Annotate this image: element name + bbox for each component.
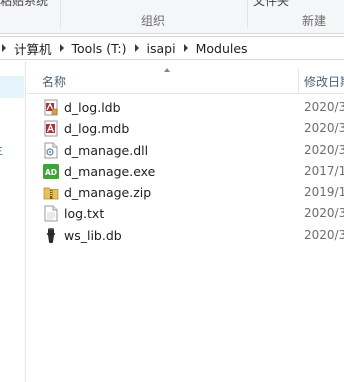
file-date: 2017/1 bbox=[304, 163, 344, 178]
file-row[interactable]: AD d_manage.exe 2017/1 bbox=[27, 161, 344, 182]
column-header-date-modified[interactable]: 修改日期 bbox=[304, 73, 344, 90]
file-row[interactable]: d_log.ldb 2020/3 bbox=[27, 97, 344, 118]
ribbon-separator bbox=[60, 0, 61, 28]
breadcrumb-computer[interactable]: 计算机 bbox=[14, 39, 52, 58]
exe-app-icon: AD bbox=[43, 163, 59, 180]
breadcrumb-chevron-icon[interactable] bbox=[59, 44, 64, 52]
file-name: ws_lib.db bbox=[64, 227, 122, 243]
breadcrumb-chevron-icon[interactable] bbox=[2, 44, 6, 52]
dll-file-icon bbox=[43, 142, 59, 159]
file-date: 2020/3 bbox=[304, 142, 344, 157]
file-date: 2020/3 bbox=[304, 121, 344, 136]
breadcrumb-modules[interactable]: Modules bbox=[196, 41, 248, 56]
file-name: log.txt bbox=[64, 206, 105, 222]
file-date: 2020/3 bbox=[304, 100, 344, 114]
breadcrumb-isapi[interactable]: isapi bbox=[147, 41, 176, 56]
file-date: 2019/1 bbox=[304, 185, 344, 200]
ribbon-group-new-label: 新建 bbox=[302, 14, 327, 28]
access-lock-file-icon bbox=[43, 99, 59, 116]
explorer-window: 粘贴系统 文件夹 组织 新建 计算机 Tools (T:) isapi Modu… bbox=[0, 0, 344, 382]
address-bar[interactable]: 计算机 Tools (T:) isapi Modules bbox=[0, 36, 344, 60]
navigation-pane[interactable]: 主 bbox=[0, 61, 26, 382]
text-file-icon bbox=[43, 205, 59, 222]
ribbon-top-fragment-right: 文件夹 bbox=[253, 0, 290, 8]
database-file-icon bbox=[43, 227, 59, 244]
svg-text:AD: AD bbox=[45, 168, 57, 177]
file-row[interactable]: d_manage.zip 2019/1 bbox=[27, 182, 344, 203]
ribbon: 粘贴系统 文件夹 组织 新建 bbox=[0, 0, 344, 34]
file-row[interactable]: ws_lib.db 2020/3 bbox=[27, 225, 344, 246]
ribbon-group-organize-label: 组织 bbox=[141, 14, 166, 28]
file-row[interactable]: d_manage.dll 2020/3 bbox=[27, 140, 344, 161]
column-header-name[interactable]: 名称 bbox=[42, 73, 66, 90]
column-divider[interactable] bbox=[298, 69, 299, 94]
access-database-icon bbox=[43, 120, 59, 137]
sort-ascending-icon bbox=[164, 68, 170, 72]
file-name: d_manage.dll bbox=[64, 142, 149, 158]
column-header-row: 名称 修改日期 bbox=[27, 61, 344, 94]
breadcrumb-chevron-icon[interactable] bbox=[134, 44, 139, 52]
ribbon-separator bbox=[247, 0, 248, 28]
breadcrumb-chevron-icon[interactable] bbox=[183, 44, 188, 52]
file-list: 名称 修改日期 d_log.ldb 2020/3 bbox=[27, 61, 344, 382]
file-rows: d_log.ldb 2020/3 d_log.mdb 2020/3 d_mana… bbox=[27, 97, 344, 246]
file-name: d_manage.zip bbox=[64, 185, 152, 201]
file-name: d_log.mdb bbox=[64, 121, 130, 137]
nav-selected-item[interactable] bbox=[0, 76, 24, 98]
file-name: d_log.ldb bbox=[64, 100, 121, 115]
ribbon-top-fragment-left: 粘贴系统 bbox=[0, 0, 49, 8]
file-row[interactable]: log.txt 2020/3 bbox=[27, 203, 344, 224]
file-date: 2020/3 bbox=[304, 227, 344, 242]
zip-archive-icon bbox=[43, 184, 59, 201]
breadcrumb-tools-drive[interactable]: Tools (T:) bbox=[72, 41, 127, 56]
file-name: d_manage.exe bbox=[64, 163, 156, 179]
file-date: 2020/3 bbox=[304, 206, 344, 221]
file-row[interactable]: d_log.mdb 2020/3 bbox=[27, 118, 344, 139]
